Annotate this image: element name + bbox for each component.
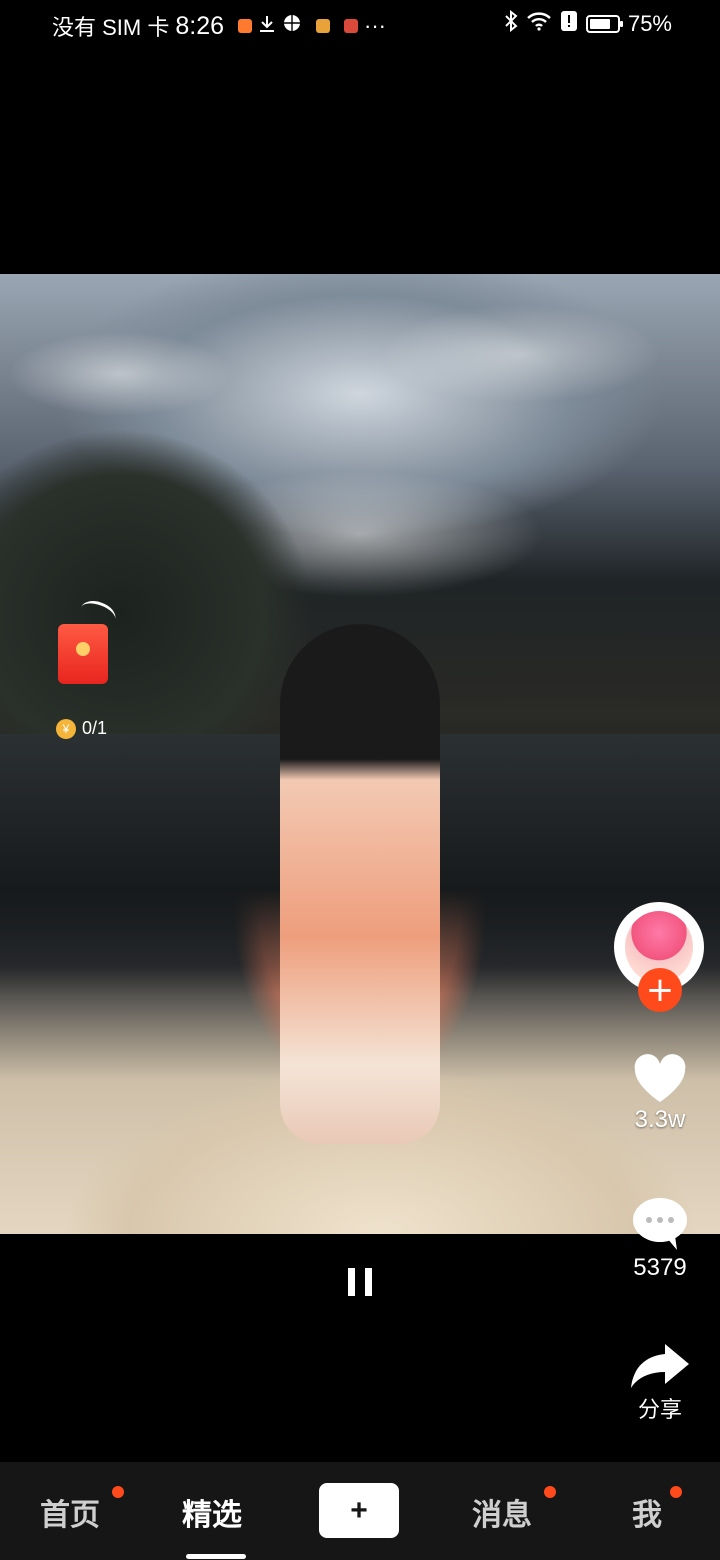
video-player[interactable] [0, 274, 720, 1234]
alert-icon [560, 10, 578, 38]
video-figure [280, 624, 440, 1144]
create-button[interactable]: + [319, 1483, 399, 1538]
more-notifications-icon: ··· [364, 13, 386, 38]
battery-text: 75% [627, 11, 672, 36]
bluetooth-icon [504, 9, 518, 38]
nav-featured[interactable]: 精选 [182, 1490, 242, 1534]
app-notification-icon-2 [316, 19, 331, 33]
messages-notification-dot [544, 1486, 556, 1498]
nav-messages[interactable]: 消息 [472, 1490, 532, 1534]
nav-home[interactable]: 首页 [40, 1490, 100, 1534]
carrier-text: 没有 SIM 卡 [52, 15, 170, 40]
comment-count: 5379 [633, 1254, 687, 1281]
share-label: 分享 [637, 1397, 682, 1422]
follow-button[interactable]: + [638, 968, 682, 1012]
coin-counter[interactable]: ¥ 0/1 [56, 718, 107, 739]
red-packet-icon[interactable] [58, 624, 108, 684]
like-count: 3.3w [634, 1106, 686, 1133]
coin-counter-text: 0/1 [82, 718, 108, 738]
basketball-icon [282, 13, 302, 39]
status-right: 75% [504, 9, 672, 38]
share-icon [620, 1340, 700, 1390]
comment-button[interactable]: 5379 [620, 1196, 700, 1282]
pause-icon[interactable] [346, 1268, 374, 1296]
nav-me[interactable]: 我 [632, 1490, 662, 1534]
app-notification-icon-3 [344, 19, 359, 33]
download-icon [258, 13, 276, 39]
status-time: 8:26 [175, 11, 225, 40]
app-notification-icon [238, 19, 253, 33]
like-button[interactable]: 3.3w [620, 1054, 700, 1134]
share-button[interactable]: 分享 [620, 1340, 700, 1424]
battery-fill [589, 19, 610, 29]
coin-icon: ¥ [56, 718, 76, 739]
bottom-nav: 首页 精选 + 消息 我 [0, 1462, 720, 1560]
nav-featured-indicator [186, 1554, 246, 1559]
status-bar: 没有 SIM 卡 8:26 ··· 75% [0, 0, 720, 50]
me-notification-dot [670, 1486, 682, 1498]
heart-icon [620, 1054, 700, 1104]
wifi-icon [526, 11, 552, 37]
comment-icon [620, 1196, 700, 1252]
home-notification-dot [112, 1486, 124, 1498]
red-packet-coin-icon [76, 642, 90, 656]
status-left: 没有 SIM 卡 8:26 ··· [52, 10, 386, 42]
battery-icon [585, 15, 623, 33]
